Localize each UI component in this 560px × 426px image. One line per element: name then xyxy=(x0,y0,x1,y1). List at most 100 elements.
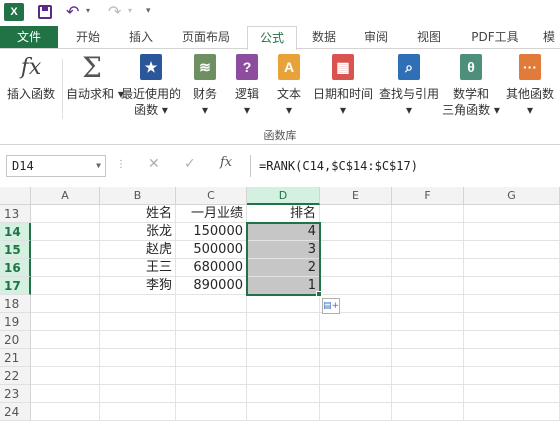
column-header-d[interactable]: D xyxy=(247,187,320,205)
cell-e21[interactable] xyxy=(320,349,392,367)
cell-e13[interactable] xyxy=(320,205,392,223)
chevron-down-icon[interactable]: ▼ xyxy=(96,156,101,176)
cell-c14[interactable]: 150000 xyxy=(176,223,247,241)
cell-f19[interactable] xyxy=(392,313,464,331)
cell-a20[interactable] xyxy=(31,331,100,349)
cell-d17[interactable]: 1 xyxy=(247,277,320,295)
row-header-17[interactable]: 17 xyxy=(0,277,31,295)
cell-d20[interactable] xyxy=(247,331,320,349)
cell-g24[interactable] xyxy=(464,403,560,421)
fill-handle[interactable] xyxy=(316,291,322,297)
cell-a19[interactable] xyxy=(31,313,100,331)
cell-c24[interactable] xyxy=(176,403,247,421)
column-header-e[interactable]: E xyxy=(320,187,392,205)
spreadsheet-grid[interactable]: A B C D E F G 13 姓名 一月业绩 排名 14 张龙 150000 4 15 赵虎 500000 3 1… xyxy=(0,187,560,426)
save-icon[interactable] xyxy=(38,5,52,19)
cell-d16[interactable]: 2 xyxy=(247,259,320,277)
row-header-14[interactable]: 14 xyxy=(0,223,31,241)
row-header-20[interactable]: 20 xyxy=(0,331,31,349)
cell-d13[interactable]: 排名 xyxy=(247,205,320,223)
cell-g20[interactable] xyxy=(464,331,560,349)
cell-g22[interactable] xyxy=(464,367,560,385)
cell-d24[interactable] xyxy=(247,403,320,421)
column-header-c[interactable]: C xyxy=(176,187,247,205)
cell-a22[interactable] xyxy=(31,367,100,385)
cell-a17[interactable] xyxy=(31,277,100,295)
cell-g15[interactable] xyxy=(464,241,560,259)
cell-a13[interactable] xyxy=(31,205,100,223)
cell-d19[interactable] xyxy=(247,313,320,331)
column-header-f[interactable]: F xyxy=(392,187,464,205)
cell-e23[interactable] xyxy=(320,385,392,403)
cell-b20[interactable] xyxy=(100,331,176,349)
row-header-19[interactable]: 19 xyxy=(0,313,31,331)
row-header-15[interactable]: 15 xyxy=(0,241,31,259)
recently-used-button[interactable]: ★ 最近使用的 函数 ▾ xyxy=(120,53,182,118)
cell-a23[interactable] xyxy=(31,385,100,403)
cell-g19[interactable] xyxy=(464,313,560,331)
cell-f13[interactable] xyxy=(392,205,464,223)
cell-c20[interactable] xyxy=(176,331,247,349)
cell-e20[interactable] xyxy=(320,331,392,349)
cell-c16[interactable]: 680000 xyxy=(176,259,247,277)
tab-pdf-tools[interactable]: PDF工具 xyxy=(460,26,530,49)
cell-b17[interactable]: 李狗 xyxy=(100,277,176,295)
cell-g14[interactable] xyxy=(464,223,560,241)
row-header-23[interactable]: 23 xyxy=(0,385,31,403)
undo-icon[interactable]: ↶ xyxy=(66,2,79,21)
cell-e22[interactable] xyxy=(320,367,392,385)
column-header-a[interactable]: A xyxy=(31,187,100,205)
cell-d22[interactable] xyxy=(247,367,320,385)
more-functions-button[interactable]: ··· 其他函数 ▾ xyxy=(502,53,558,118)
row-header-16[interactable]: 16 xyxy=(0,259,31,277)
tab-more[interactable]: 模 xyxy=(538,26,560,49)
cell-d18[interactable] xyxy=(247,295,320,313)
financial-button[interactable]: ≋ 财务 ▾ xyxy=(188,53,222,118)
cell-d14[interactable]: 4 xyxy=(247,223,320,241)
resize-handle-icon[interactable]: ⋮ xyxy=(116,159,126,170)
cell-b18[interactable] xyxy=(100,295,176,313)
tab-data[interactable]: 数据 xyxy=(300,26,348,49)
cell-f15[interactable] xyxy=(392,241,464,259)
tab-file[interactable]: 文件 xyxy=(0,26,58,49)
formula-input[interactable]: =RANK(C14,$C$14:$C$17) xyxy=(250,155,560,177)
row-header-21[interactable]: 21 xyxy=(0,349,31,367)
math-trig-button[interactable]: θ 数学和 三角函数 ▾ xyxy=(440,53,502,118)
cell-c13[interactable]: 一月业绩 xyxy=(176,205,247,223)
cell-c23[interactable] xyxy=(176,385,247,403)
cell-b19[interactable] xyxy=(100,313,176,331)
cell-g21[interactable] xyxy=(464,349,560,367)
cell-b13[interactable]: 姓名 xyxy=(100,205,176,223)
tab-view[interactable]: 视图 xyxy=(404,26,454,49)
redo-icon[interactable]: ↷ xyxy=(108,2,121,21)
cell-b23[interactable] xyxy=(100,385,176,403)
cell-b14[interactable]: 张龙 xyxy=(100,223,176,241)
undo-dropdown-icon[interactable]: ▾ xyxy=(86,6,90,15)
cell-e16[interactable] xyxy=(320,259,392,277)
column-header-partial[interactable] xyxy=(536,187,560,205)
autosum-button[interactable]: Σ 自动求和 ▾ xyxy=(66,51,124,102)
logical-button[interactable]: ? 逻辑 ▾ xyxy=(230,53,264,118)
row-header-18[interactable]: 18 xyxy=(0,295,31,313)
row-header-24[interactable]: 24 xyxy=(0,403,31,421)
row-header-22[interactable]: 22 xyxy=(0,367,31,385)
tab-review[interactable]: 审阅 xyxy=(352,26,400,49)
cell-a21[interactable] xyxy=(31,349,100,367)
text-button[interactable]: A 文本 ▾ xyxy=(272,53,306,118)
cell-e24[interactable] xyxy=(320,403,392,421)
cell-c21[interactable] xyxy=(176,349,247,367)
cell-a18[interactable] xyxy=(31,295,100,313)
cell-f17[interactable] xyxy=(392,277,464,295)
redo-dropdown-icon[interactable]: ▾ xyxy=(128,6,132,15)
cell-b16[interactable]: 王三 xyxy=(100,259,176,277)
tab-formulas[interactable]: 公式 xyxy=(247,26,297,50)
insert-function-button[interactable]: fx 插入函数 xyxy=(4,53,58,102)
cell-c15[interactable]: 500000 xyxy=(176,241,247,259)
cell-d21[interactable] xyxy=(247,349,320,367)
cell-a15[interactable] xyxy=(31,241,100,259)
cell-c18[interactable] xyxy=(176,295,247,313)
cell-g23[interactable] xyxy=(464,385,560,403)
cell-a14[interactable] xyxy=(31,223,100,241)
cell-b15[interactable]: 赵虎 xyxy=(100,241,176,259)
cell-e17[interactable] xyxy=(320,277,392,295)
